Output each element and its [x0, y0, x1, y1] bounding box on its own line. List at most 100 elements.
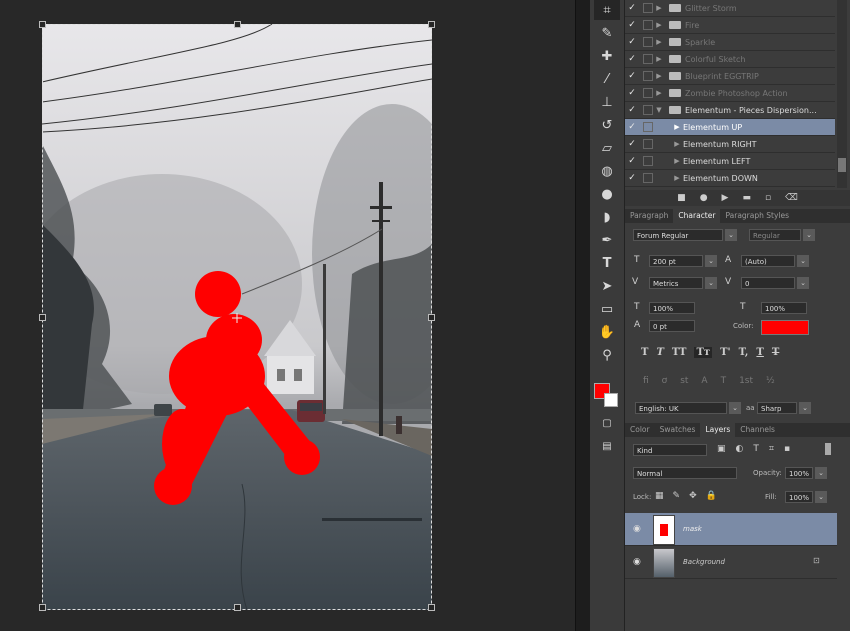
lock-all-icon[interactable]: 🔒 [706, 491, 717, 501]
crop-handle-bottom-left[interactable] [39, 604, 46, 611]
action-elementum-right[interactable]: ✓ ▶ Elementum RIGHT [625, 136, 835, 153]
action-elementum-left[interactable]: ✓ ▶ Elementum LEFT [625, 153, 835, 170]
chevron-down-icon[interactable]: ⌄ [705, 255, 717, 267]
language-select[interactable]: English: UK [635, 402, 727, 414]
chevron-down-icon[interactable]: ⌄ [797, 277, 809, 289]
tab-color[interactable]: Color [625, 423, 655, 437]
chevron-down-icon[interactable]: ⌄ [729, 402, 741, 414]
chevron-down-icon[interactable]: ⌄ [705, 277, 717, 289]
blur-icon[interactable]: ● [594, 184, 620, 204]
all-caps-icon[interactable]: TT [672, 347, 687, 358]
subscript-icon[interactable]: T, [739, 347, 749, 358]
list-item[interactable]: ✓ ▶ Glitter Storm [625, 0, 835, 17]
dodge-icon[interactable]: ◗ [594, 207, 620, 227]
play-icon[interactable]: ▶ [722, 193, 729, 203]
small-caps-icon[interactable]: Tт [694, 347, 713, 358]
opacity-field[interactable]: 100% [785, 467, 813, 479]
history-brush-icon[interactable]: ↺ [594, 115, 620, 135]
list-item[interactable]: ✓ ▶ Colorful Sketch [625, 51, 835, 68]
list-item[interactable]: ✓ ▶ Zombie Photoshop Action [625, 85, 835, 102]
shape-icon[interactable]: ▭ [594, 299, 620, 319]
bucket-icon[interactable]: ◍ [594, 161, 620, 181]
antialias-select[interactable]: Sharp [757, 402, 797, 414]
list-item[interactable]: ✓ ▶ Blueprint EGGTRIP [625, 68, 835, 85]
list-item[interactable]: ✓ ▶ Sparkle [625, 34, 835, 51]
tab-paragraph[interactable]: Paragraph [625, 209, 673, 223]
eyedropper-icon[interactable]: ✎ [594, 23, 620, 43]
strikethrough-icon[interactable]: T [772, 347, 779, 358]
background-color-swatch[interactable] [604, 393, 618, 407]
new-action-icon[interactable]: ▫ [765, 193, 771, 203]
text-color-swatch[interactable] [761, 320, 809, 335]
lock-position-icon[interactable]: ✥ [689, 491, 697, 501]
font-size-field[interactable]: 200 pt [649, 255, 703, 267]
lock-transparent-icon[interactable]: ▦ [655, 491, 664, 501]
crop-handle-bottom-right[interactable] [428, 604, 435, 611]
image-filter-icon[interactable]: ▣ [717, 444, 726, 454]
fill-field[interactable]: 100% [785, 491, 813, 503]
chevron-down-icon[interactable]: ⌄ [725, 229, 737, 241]
kerning-field[interactable]: Metrics [649, 277, 703, 289]
path-select-icon[interactable]: ➤ [594, 276, 620, 296]
crop-handle-left[interactable] [39, 314, 46, 321]
layer-row-mask[interactable]: ◉ mask [625, 513, 837, 546]
leading-field[interactable]: (Auto) [741, 255, 795, 267]
alternates-icon[interactable]: A [701, 376, 707, 386]
smart-filter-icon[interactable]: ▪ [784, 444, 790, 454]
type-filter-icon[interactable]: T [753, 444, 759, 454]
tracking-field[interactable]: 0 [741, 277, 795, 289]
chevron-down-icon[interactable]: ⌄ [815, 491, 827, 503]
chevron-down-icon[interactable]: ⌄ [803, 229, 815, 241]
action-elementum-down[interactable]: ✓ ▶ Elementum DOWN [625, 170, 835, 187]
layer-row-background[interactable]: ◉ Background ⊡ [625, 546, 837, 579]
underline-icon[interactable]: T [756, 347, 763, 358]
font-family-select[interactable]: Forum Regular [633, 229, 723, 241]
superscript-icon[interactable]: T' [720, 347, 731, 358]
crop-icon[interactable]: ⌗ [594, 0, 620, 20]
faux-bold-icon[interactable]: T [641, 347, 648, 358]
swash-icon[interactable]: st [680, 376, 688, 386]
tab-channels[interactable]: Channels [735, 423, 780, 437]
list-item[interactable]: ✓ ▶ Fire [625, 17, 835, 34]
zoom-icon[interactable]: ⚲ [594, 345, 620, 365]
healing-icon[interactable]: ✚ [594, 46, 620, 66]
lock-pixels-icon[interactable]: ✎ [673, 491, 681, 501]
brush-icon[interactable]: ⁄ [594, 69, 620, 89]
stamp-icon[interactable]: ⊥ [594, 92, 620, 112]
filter-toggle[interactable] [825, 443, 831, 455]
tab-swatches[interactable]: Swatches [655, 423, 701, 437]
chevron-down-icon[interactable]: ⌄ [799, 402, 811, 414]
screen-mode-icon[interactable]: ▤ [594, 436, 620, 456]
trash-icon[interactable]: ⌫ [785, 193, 798, 203]
ligature-icon[interactable]: fi [643, 376, 649, 386]
eraser-icon[interactable]: ▱ [594, 138, 620, 158]
quick-mask-icon[interactable]: ▢ [594, 413, 620, 433]
titling-icon[interactable]: T [721, 376, 727, 386]
tab-character[interactable]: Character [673, 209, 721, 223]
vertical-scale-field[interactable]: 100% [649, 302, 695, 314]
horizontal-scale-field[interactable]: 100% [761, 302, 807, 314]
crop-handle-bottom[interactable] [234, 604, 241, 611]
record-icon[interactable]: ● [700, 193, 708, 203]
pen-icon[interactable]: ✒ [594, 230, 620, 250]
adjustment-filter-icon[interactable]: ◐ [736, 444, 744, 454]
baseline-shift-field[interactable]: 0 pt [649, 320, 695, 332]
chevron-down-icon[interactable]: ⌄ [797, 255, 809, 267]
fractions-icon[interactable]: ½ [766, 376, 775, 386]
faux-italic-icon[interactable]: T [656, 347, 663, 358]
font-style-select[interactable]: Regular [749, 229, 801, 241]
stop-icon[interactable]: ■ [677, 193, 686, 203]
folder-new-icon[interactable]: ▬ [742, 193, 751, 203]
tab-paragraph-styles[interactable]: Paragraph Styles [720, 209, 794, 223]
eye-icon[interactable]: ◉ [633, 557, 641, 567]
ordinals-icon[interactable]: 1st [739, 376, 753, 386]
oldstyle-icon[interactable]: ơ [662, 376, 668, 386]
scrollbar-thumb[interactable] [838, 158, 846, 172]
blend-mode-select[interactable]: Normal [633, 467, 737, 479]
chevron-down-icon[interactable]: ⌄ [815, 467, 827, 479]
type-icon[interactable]: T [594, 253, 620, 273]
action-elementum-up[interactable]: ✓ ▶ Elementum UP [625, 119, 835, 136]
hand-icon[interactable]: ✋ [594, 322, 620, 342]
crop-handle-top[interactable] [234, 21, 241, 28]
scrollbar[interactable] [837, 0, 847, 188]
